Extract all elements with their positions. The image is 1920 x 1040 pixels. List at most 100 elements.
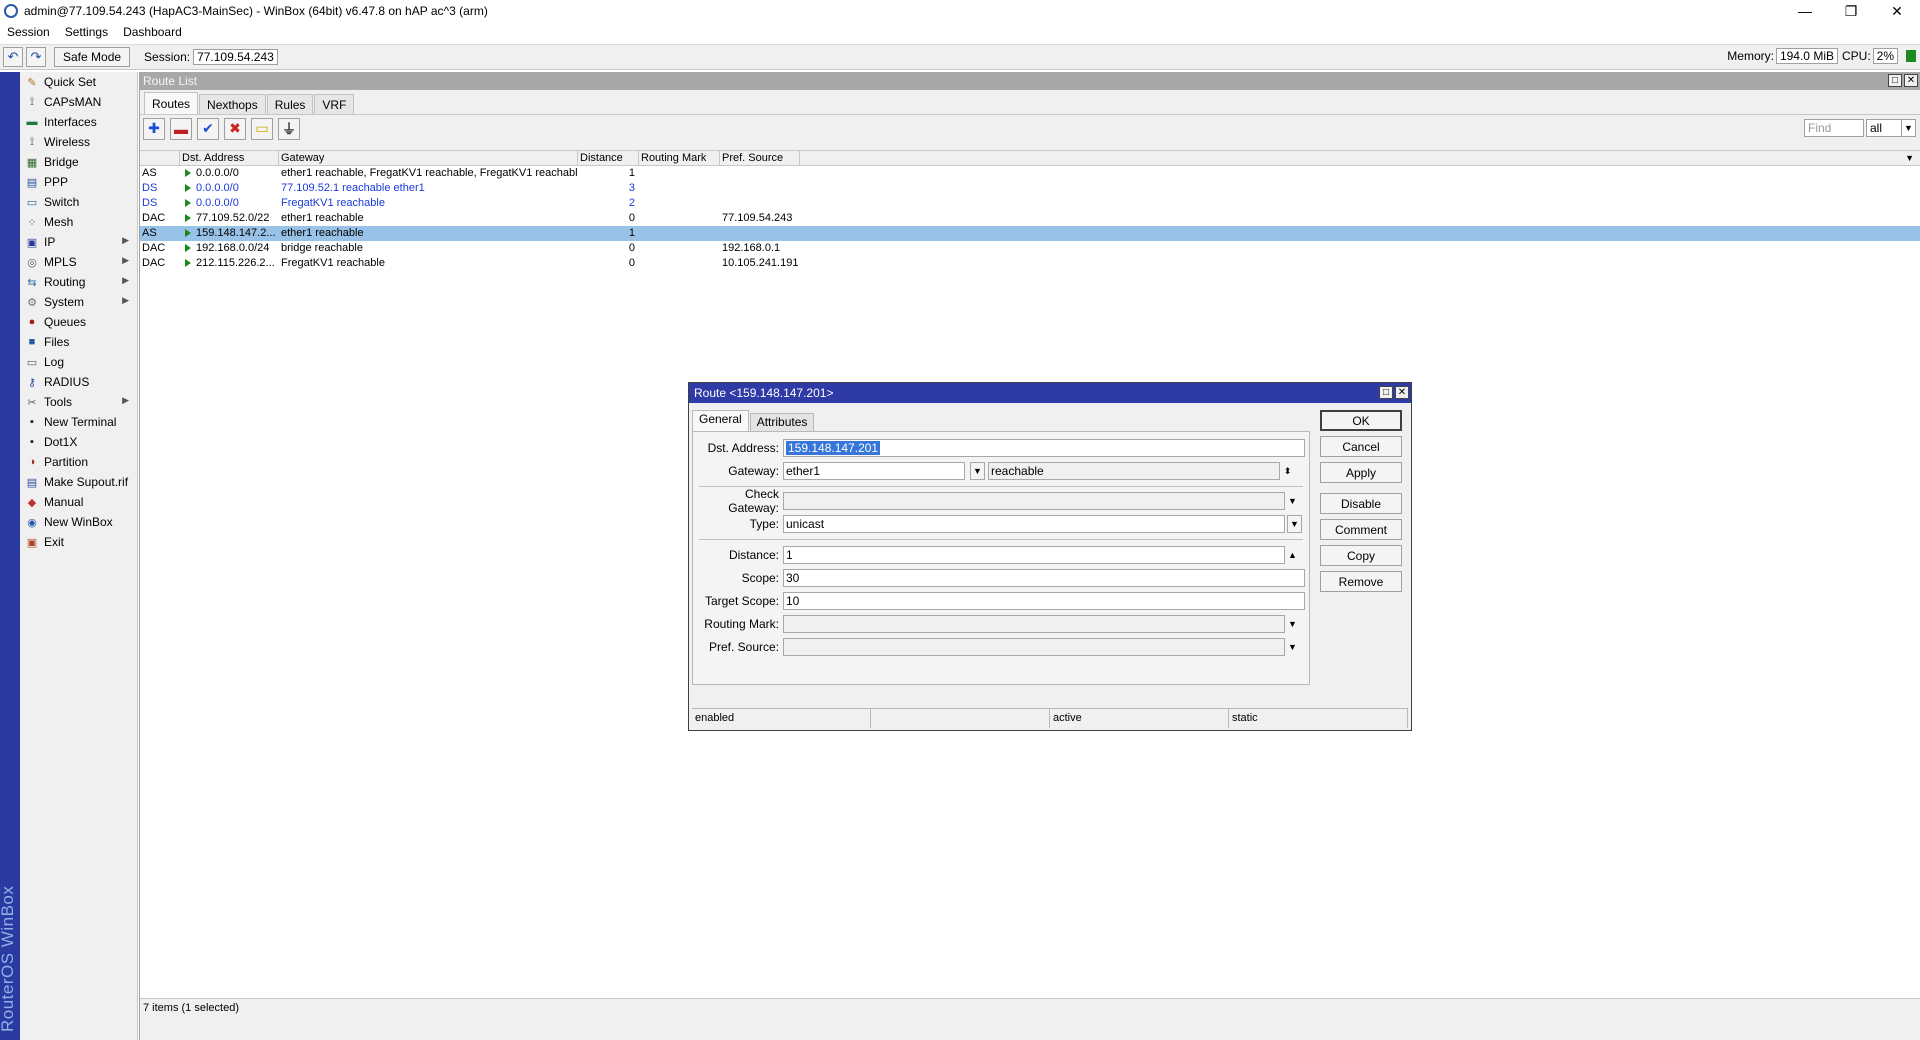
close-icon[interactable]: ✕	[1395, 386, 1409, 399]
sidebar-item-new-terminal[interactable]: ▪ New Terminal	[20, 412, 137, 432]
active-route-icon	[185, 199, 191, 208]
undo-button[interactable]: ↶	[3, 47, 23, 67]
table-row[interactable]: DAC 212.115.226.2... FregatKV1 reachable 0 1…	[140, 256, 1920, 271]
remove-button[interactable]: Remove	[1320, 571, 1402, 592]
sidebar-item-ip[interactable]: ▣ IP ▶	[20, 232, 137, 252]
winbox-app-icon	[4, 4, 18, 18]
table-row[interactable]: DAC 192.168.0.0/24 bridge reachable 0 192.16…	[140, 241, 1920, 256]
chevron-down-icon[interactable]: ▼	[1285, 615, 1300, 633]
minimize-button[interactable]: —	[1782, 0, 1828, 22]
sidebar-item-files[interactable]: ■ Files	[20, 332, 137, 352]
table-row[interactable]: DS 0.0.0.0/0 77.109.52.1 reachable ether1 3	[140, 181, 1920, 196]
safe-mode-button[interactable]: Safe Mode	[54, 47, 131, 67]
dst-address-input[interactable]: 159.148.147.201	[783, 439, 1305, 457]
tab-general[interactable]: General	[692, 410, 749, 431]
sidebar-item-wireless[interactable]: ⟟ Wireless	[20, 132, 137, 152]
find-input[interactable]: Find	[1804, 119, 1864, 137]
sidebar-item-manual[interactable]: ◆ Manual	[20, 492, 137, 512]
filter-icon[interactable]: ⏚	[278, 117, 300, 140]
gateway-dropdown-icon[interactable]: ▼	[970, 462, 985, 480]
sidebar-item-queues[interactable]: ● Queues	[20, 312, 137, 332]
type-dropdown-icon[interactable]: ▼	[1287, 515, 1302, 533]
table-row[interactable]: AS 159.148.147.2... ether1 reachable 1	[140, 226, 1920, 241]
ok-button[interactable]: OK	[1320, 410, 1402, 431]
session-value[interactable]: 77.109.54.243	[193, 49, 278, 65]
column-distance[interactable]: Distance	[578, 151, 639, 165]
active-route-icon	[185, 244, 191, 253]
cell-spacer	[800, 241, 1920, 256]
sidebar-item-make-supout-rif[interactable]: ▤ Make Supout.rif	[20, 472, 137, 492]
filter-select[interactable]: all ▼	[1866, 119, 1916, 137]
column-dst-address[interactable]: Dst. Address	[180, 151, 279, 165]
submenu-arrow-icon: ▶	[122, 295, 129, 305]
sidebar-item-tools[interactable]: ✂ Tools ▶	[20, 392, 137, 412]
sidebar-item-ppp[interactable]: ▤ PPP	[20, 172, 137, 192]
sidebar-item-log[interactable]: ▭ Log	[20, 352, 137, 372]
tab-attributes[interactable]: Attributes	[749, 413, 815, 431]
cell-flags: AS	[142, 167, 157, 179]
sidebar-item-radius[interactable]: ⚷ RADIUS	[20, 372, 137, 392]
menu-settings[interactable]: Settings	[58, 25, 116, 39]
pref-source-row: Pref. Source: ▼	[693, 638, 1309, 656]
tab-rules[interactable]: Rules	[266, 94, 314, 114]
sidebar-item-dot1x[interactable]: ▪ Dot1X	[20, 432, 137, 452]
sidebar-item-mpls[interactable]: ◎ MPLS ▶	[20, 252, 137, 272]
menu-session[interactable]: Session	[0, 25, 58, 39]
chevron-down-icon[interactable]: ▼	[1285, 638, 1300, 656]
remove-icon[interactable]: ▬	[170, 117, 192, 140]
sidebar-item-routing[interactable]: ⇆ Routing ▶	[20, 272, 137, 292]
check-gateway-select[interactable]	[783, 492, 1285, 510]
column-flags[interactable]	[140, 151, 180, 165]
chevron-down-icon[interactable]: ▼	[1285, 492, 1300, 510]
routing-mark-select[interactable]	[783, 615, 1285, 633]
status-enabled: enabled	[692, 709, 871, 728]
type-select[interactable]: unicast	[783, 515, 1285, 533]
pref-source-select[interactable]	[783, 638, 1285, 656]
apply-button[interactable]: Apply	[1320, 462, 1402, 483]
disable-icon[interactable]: ✖	[224, 117, 246, 140]
target-scope-input[interactable]: 10	[783, 592, 1305, 610]
system-icon: ⚙	[27, 296, 37, 309]
menu-dashboard[interactable]: Dashboard	[116, 25, 190, 39]
restore-button[interactable]: ❐	[1828, 0, 1874, 22]
tab-vrf[interactable]: VRF	[314, 94, 355, 114]
enable-icon[interactable]: ✔	[197, 117, 219, 140]
close-icon[interactable]: ✕	[1904, 74, 1918, 87]
copy-button[interactable]: Copy	[1320, 545, 1402, 566]
table-row[interactable]: DAC 77.109.52.0/22 ether1 reachable 0 77.109…	[140, 211, 1920, 226]
tab-nexthops[interactable]: Nexthops	[199, 94, 266, 114]
disable-button[interactable]: Disable	[1320, 493, 1402, 514]
sidebar-item-system[interactable]: ⚙ System ▶	[20, 292, 137, 312]
table-row[interactable]: AS 0.0.0.0/0 ether1 reachable, FregatKV1 r…	[140, 166, 1920, 181]
comment-icon[interactable]: ▭	[251, 117, 273, 140]
cancel-button[interactable]: Cancel	[1320, 436, 1402, 457]
redo-button[interactable]: ↷	[26, 47, 46, 67]
routing-icon: ⇆	[27, 276, 37, 289]
sidebar-item-bridge[interactable]: ▦ Bridge	[20, 152, 137, 172]
session-label: Session:	[144, 50, 191, 64]
column-pref-source[interactable]: Pref. Source	[720, 151, 800, 165]
sidebar-item-capsman[interactable]: ⟟ CAPsMAN	[20, 92, 137, 112]
sidebar-item-mesh[interactable]: ⁘ Mesh	[20, 212, 137, 232]
comment-button[interactable]: Comment	[1320, 519, 1402, 540]
scope-input[interactable]: 30	[783, 569, 1305, 587]
sidebar-item-partition[interactable]: ◑ Partition	[20, 452, 137, 472]
gateway-updown-icon[interactable]: ⬍	[1280, 462, 1295, 480]
close-button[interactable]: ✕	[1874, 0, 1920, 22]
cell-distance: 1	[628, 167, 635, 179]
sidebar-item-switch[interactable]: ▭ Switch	[20, 192, 137, 212]
gateway-input[interactable]: ether1	[783, 462, 965, 480]
column-routing-mark[interactable]: Routing Mark	[639, 151, 720, 165]
maximize-icon[interactable]: □	[1379, 386, 1393, 399]
add-icon[interactable]: ✚	[143, 117, 165, 140]
sidebar-item-interfaces[interactable]: ▬ Interfaces	[20, 112, 137, 132]
tab-routes[interactable]: Routes	[144, 92, 199, 114]
distance-input[interactable]: 1	[783, 546, 1285, 564]
chevron-up-icon[interactable]: ▲	[1285, 546, 1300, 564]
column-gateway[interactable]: Gateway	[279, 151, 578, 165]
table-row[interactable]: DS 0.0.0.0/0 FregatKV1 reachable 2	[140, 196, 1920, 211]
sidebar-item-quick-set[interactable]: ✎ Quick Set	[20, 72, 137, 92]
sidebar-item-new-winbox[interactable]: ◉ New WinBox	[20, 512, 137, 532]
maximize-icon[interactable]: □	[1888, 74, 1902, 87]
sidebar-item-exit[interactable]: ▣ Exit	[20, 532, 137, 552]
